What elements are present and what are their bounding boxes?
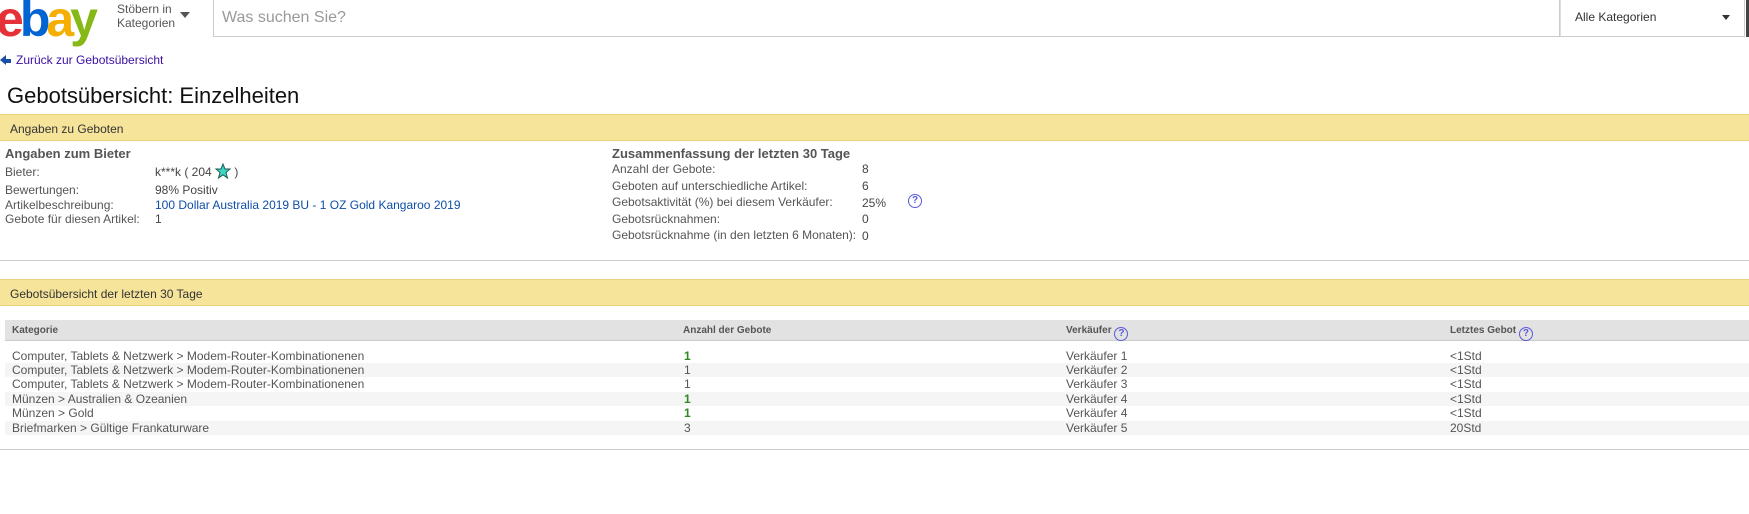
category-select-label: Alle Kategorien <box>1575 10 1657 24</box>
bidder-info-heading: Angaben zum Bieter <box>5 146 131 161</box>
row-last-bid: 20Std <box>1450 421 1482 435</box>
column-header-seller: Verkäufer ? <box>1066 325 1129 341</box>
back-link-label: Zurück zur Gebotsübersicht <box>16 53 164 67</box>
row-seller: Verkäufer 4 <box>1066 392 1128 406</box>
row-last-bid: <1Std <box>1450 349 1482 363</box>
row-last-bid: <1Std <box>1450 392 1482 406</box>
bidder-name: k***k ( 204 <box>155 165 212 179</box>
row-category: Computer, Tablets & Netzwerk > Modem-Rou… <box>12 363 365 377</box>
help-icon[interactable]: ? <box>1114 327 1129 341</box>
divider <box>0 260 1749 261</box>
page-title: Gebotsübersicht: Einzelheiten <box>7 83 300 108</box>
table-row: Münzen > Australien & Ozeanien 1 Verkäuf… <box>5 392 1749 406</box>
row-bids: 3 <box>684 421 691 435</box>
ratings-label: Bewertungen: <box>5 183 80 197</box>
row-seller: Verkäufer 1 <box>1066 349 1128 363</box>
row-seller: Verkäufer 3 <box>1066 377 1128 391</box>
column-header-category: Kategorie <box>12 325 59 336</box>
section-header-bid-overview: Gebotsübersicht der letzten 30 Tage <box>0 279 1749 306</box>
browse-label-line2: Kategorien <box>117 16 176 30</box>
header: ebay Stöbern in Kategorien Alle Kategori… <box>0 0 1749 44</box>
row-bids: 1 <box>684 392 691 406</box>
summary-heading: Zusammenfassung der letzten 30 Tage <box>612 146 851 161</box>
column-header-seller-label: Verkäufer <box>1066 325 1112 336</box>
bids-on-item-label: Gebote für diesen Artikel: <box>5 212 140 226</box>
summary-value: 0 <box>862 212 869 226</box>
row-category: Münzen > Gold <box>12 406 94 420</box>
chevron-down-icon <box>180 12 190 18</box>
row-seller: Verkäufer 5 <box>1066 421 1128 435</box>
bidder-label: Bieter: <box>5 165 40 179</box>
item-description-label: Artikelbeschreibung: <box>5 198 114 212</box>
row-bids: 1 <box>684 377 691 391</box>
column-header-bid-count: Anzahl der Gebote <box>683 325 772 336</box>
bidder-close-paren: ) <box>234 165 239 179</box>
help-icon[interactable]: ? <box>908 194 922 208</box>
bidder-value: k***k ( 204 ) <box>155 163 238 179</box>
row-seller: Verkäufer 4 <box>1066 406 1128 420</box>
help-icon[interactable]: ? <box>1518 327 1533 341</box>
row-category: Computer, Tablets & Netzwerk > Modem-Rou… <box>12 349 365 363</box>
table-row: Computer, Tablets & Netzwerk > Modem-Rou… <box>5 377 1749 391</box>
bids-on-item-value: 1 <box>155 212 162 226</box>
summary-label: Gebotsrücknahmen: <box>612 212 721 226</box>
back-to-bid-overview-link[interactable]: Zurück zur Gebotsübersicht <box>0 53 163 67</box>
table-row: Münzen > Gold 1 Verkäufer 4 <1Std <box>5 406 1749 420</box>
row-bids: 1 <box>684 363 691 377</box>
summary-label: Gebotsrücknahme (in den letzten 6 Monate… <box>612 228 857 242</box>
row-category: Briefmarken > Gültige Frankaturware <box>12 421 210 435</box>
table-header: Kategorie Anzahl der Gebote Verkäufer ? … <box>5 320 1749 341</box>
summary-value: 8 <box>862 162 869 176</box>
table-row: Computer, Tablets & Netzwerk > Modem-Rou… <box>5 349 1749 363</box>
section-header-bid-info: Angaben zu Geboten <box>0 114 1749 141</box>
category-select[interactable]: Alle Kategorien <box>1560 0 1745 37</box>
summary-value: 6 <box>862 179 869 193</box>
ebay-logo[interactable]: ebay <box>0 0 98 44</box>
row-last-bid: <1Std <box>1450 363 1482 377</box>
search-box <box>213 0 1562 37</box>
row-last-bid: <1Std <box>1450 406 1482 420</box>
row-seller: Verkäufer 2 <box>1066 363 1128 377</box>
feedback-star-icon[interactable] <box>215 163 232 179</box>
column-header-last-bid-label: Letztes Gebot <box>1450 325 1517 336</box>
divider <box>0 449 1749 450</box>
row-category: Münzen > Australien & Ozeanien <box>12 392 188 406</box>
table-row: Briefmarken > Gültige Frankaturware 3 Ve… <box>5 421 1749 435</box>
summary-label: Gebotsaktivität (%) bei diesem Verkäufer… <box>612 195 833 209</box>
row-last-bid: <1Std <box>1450 377 1482 391</box>
summary-value: 25% <box>862 196 887 210</box>
search-input[interactable] <box>222 0 1562 36</box>
row-category: Computer, Tablets & Netzwerk > Modem-Rou… <box>12 377 365 391</box>
ratings-value: 98% Positiv <box>155 183 218 197</box>
row-bids: 1 <box>684 406 691 420</box>
browse-categories-button[interactable]: Stöbern in Kategorien <box>117 2 190 30</box>
row-bids: 1 <box>684 349 691 363</box>
summary-label: Anzahl der Gebote: <box>612 162 716 176</box>
table-row: Computer, Tablets & Netzwerk > Modem-Rou… <box>5 363 1749 377</box>
chevron-down-icon <box>1722 15 1730 20</box>
back-arrow-tail <box>6 59 11 63</box>
summary-value: 0 <box>862 229 869 243</box>
summary-label: Geboten auf unterschiedliche Artikel: <box>612 179 808 193</box>
item-description-link[interactable]: 100 Dollar Australia 2019 BU - 1 OZ Gold… <box>155 198 461 212</box>
browse-label-line1: Stöbern in <box>117 2 172 16</box>
column-header-last-bid: Letztes Gebot ? <box>1450 325 1533 341</box>
